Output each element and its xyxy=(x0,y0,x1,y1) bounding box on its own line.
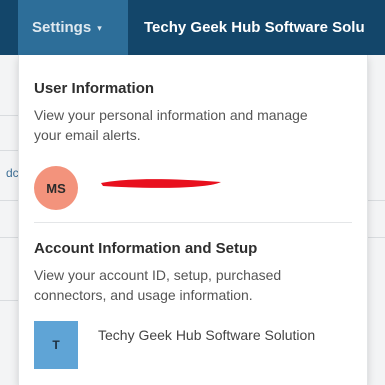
background-divider xyxy=(0,300,20,301)
user-information-description: View your personal information and manag… xyxy=(34,107,308,143)
redaction-mark xyxy=(101,179,221,188)
chevron-down-icon: ▾ xyxy=(97,23,102,33)
redacted-user-name xyxy=(101,179,221,188)
organization-avatar: T xyxy=(34,321,78,369)
top-navigation-bar: Settings ▾ Techy Geek Hub Software Solu xyxy=(0,0,385,55)
background-divider xyxy=(0,237,20,238)
background-text-fragment: dc xyxy=(6,166,19,180)
settings-menu-button[interactable]: Settings ▾ xyxy=(18,0,128,55)
background-divider xyxy=(0,115,20,116)
user-avatar: MS xyxy=(34,166,78,210)
background-divider xyxy=(0,200,20,201)
organization-name[interactable]: Techy Geek Hub Software Solution xyxy=(98,325,318,345)
account-information-title: Account Information and Setup xyxy=(34,240,258,257)
account-information-description: View your account ID, setup, purchased c… xyxy=(34,267,282,303)
organization-initial: T xyxy=(52,338,60,352)
section-divider xyxy=(34,222,352,223)
user-initials: MS xyxy=(46,180,66,196)
settings-label: Settings xyxy=(32,19,92,36)
user-information-title: User Information xyxy=(34,80,155,97)
organization-nav-link[interactable]: Techy Geek Hub Software Solu xyxy=(144,0,365,55)
settings-dropdown-menu: User Information View your personal info… xyxy=(18,55,368,385)
background-divider xyxy=(0,150,20,151)
